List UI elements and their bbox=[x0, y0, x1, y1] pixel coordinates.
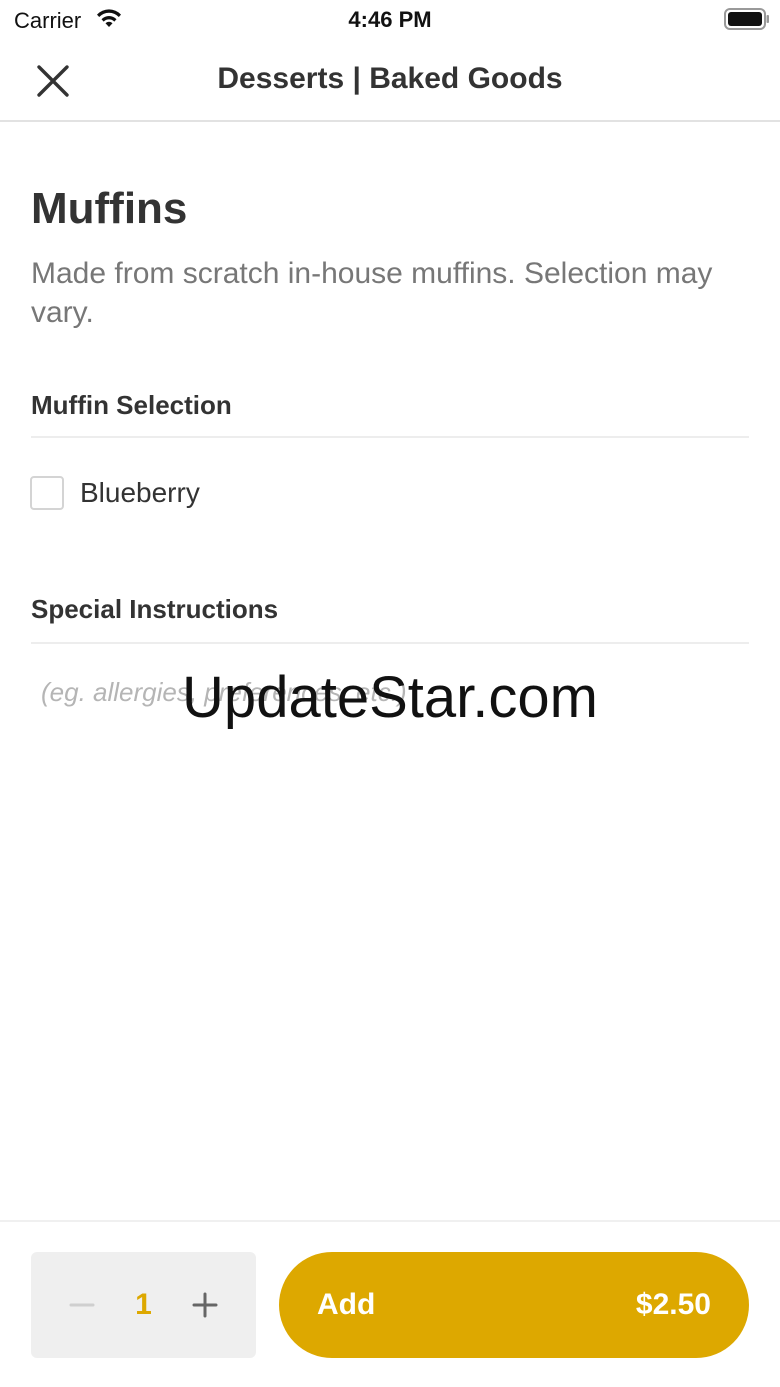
status-bar: Carrier 4:46 PM bbox=[0, 0, 780, 40]
quantity-stepper: 1 bbox=[31, 1252, 256, 1358]
minus-icon bbox=[69, 1303, 95, 1307]
option-label: Blueberry bbox=[80, 477, 200, 508]
option-blueberry[interactable]: Blueberry bbox=[30, 474, 200, 512]
blueberry-checkbox[interactable] bbox=[30, 476, 64, 510]
increment-button[interactable] bbox=[188, 1288, 222, 1322]
watermark: UpdateStar.com bbox=[182, 665, 598, 730]
item-description: Made from scratch in-house muffins. Sele… bbox=[31, 257, 713, 329]
add-price: $2.50 bbox=[635, 1288, 711, 1321]
footer-bar: 1 Add $2.50 bbox=[0, 1220, 780, 1387]
plus-icon bbox=[192, 1292, 218, 1318]
nav-bar: Desserts | Baked Goods bbox=[0, 40, 780, 122]
special-instructions-title: Special Instructions bbox=[31, 594, 279, 624]
item-title: Muffins bbox=[31, 184, 188, 233]
quantity-value: 1 bbox=[135, 1288, 152, 1321]
item-detail-screen: Carrier 4:46 PM Desserts | Baked Goods M… bbox=[0, 0, 780, 1387]
section-divider bbox=[31, 436, 749, 438]
battery-icon bbox=[724, 8, 769, 30]
decrement-button[interactable] bbox=[65, 1288, 99, 1322]
section-divider bbox=[31, 642, 749, 644]
add-to-cart-button[interactable]: Add $2.50 bbox=[279, 1252, 749, 1358]
muffin-selection-title: Muffin Selection bbox=[31, 390, 232, 420]
add-label: Add bbox=[317, 1288, 376, 1321]
clock: 4:46 PM bbox=[348, 7, 432, 32]
nav-title: Desserts | Baked Goods bbox=[217, 62, 563, 95]
